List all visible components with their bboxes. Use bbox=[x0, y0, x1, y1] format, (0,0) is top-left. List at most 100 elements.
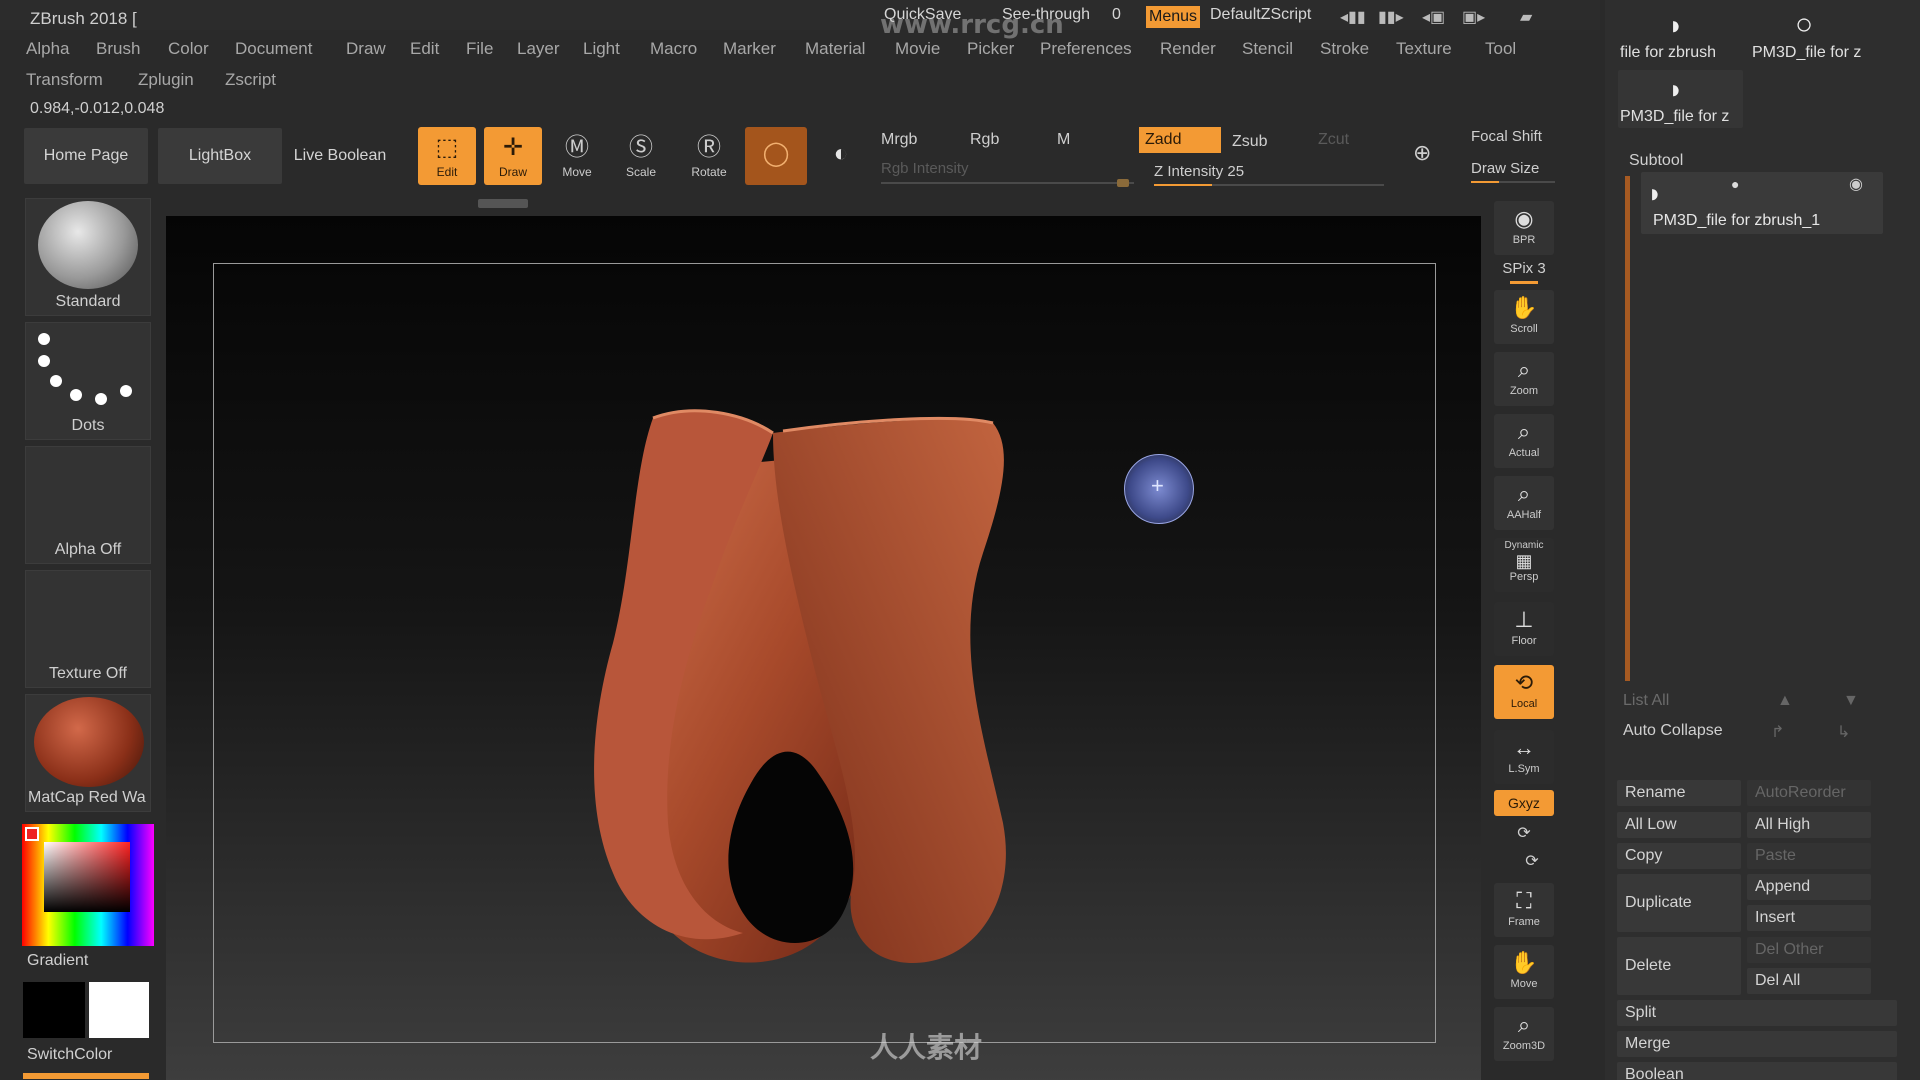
del-other-button[interactable]: Del Other bbox=[1747, 937, 1871, 963]
polyf-toggle[interactable]: ◐ bbox=[812, 127, 870, 185]
texture-slot[interactable]: Texture Off bbox=[25, 570, 151, 688]
alpha-slot[interactable]: Alpha Off bbox=[25, 446, 151, 564]
home-page-button[interactable]: Home Page bbox=[24, 128, 148, 184]
local-button[interactable]: ⟲ Local bbox=[1494, 665, 1554, 719]
tool-thumb-2[interactable]: ○ PM3D_file for z bbox=[1750, 4, 1875, 64]
menu-material[interactable]: Material bbox=[805, 39, 865, 59]
aahalf-button[interactable]: ⌕ AAHalf bbox=[1494, 476, 1554, 530]
brush-slot[interactable]: Standard bbox=[25, 198, 151, 316]
spix-value[interactable]: SPix 3 bbox=[1494, 260, 1554, 277]
see-through-value[interactable]: 0 bbox=[1112, 6, 1121, 24]
switch-color-button[interactable]: SwitchColor bbox=[27, 1046, 112, 1064]
color-picker[interactable] bbox=[22, 824, 154, 946]
color-picker-square[interactable] bbox=[44, 842, 130, 912]
xyz-button[interactable]: Gxyz bbox=[1494, 790, 1554, 816]
zcut-button[interactable]: Zcut bbox=[1318, 131, 1349, 149]
menu-render[interactable]: Render bbox=[1160, 39, 1216, 59]
del-all-button[interactable]: Del All bbox=[1747, 968, 1871, 994]
merge-section[interactable]: Merge bbox=[1617, 1031, 1897, 1057]
draw-size-label[interactable]: Draw Size bbox=[1471, 160, 1539, 177]
menu-draw[interactable]: Draw bbox=[346, 39, 386, 59]
rename-button[interactable]: Rename bbox=[1617, 780, 1741, 806]
spix-slider[interactable] bbox=[1510, 281, 1538, 284]
switch-color-bar[interactable] bbox=[23, 1073, 149, 1079]
window-layout-alt-icon[interactable]: ▣▸ bbox=[1462, 7, 1485, 27]
menu-macro[interactable]: Macro bbox=[650, 39, 697, 59]
menu-alpha[interactable]: Alpha bbox=[26, 39, 69, 59]
zoom3d-button[interactable]: ⌕ Zoom3D bbox=[1494, 1007, 1554, 1061]
shelf-drag-handle[interactable] bbox=[478, 199, 528, 208]
menu-zscript[interactable]: Zscript bbox=[225, 70, 276, 90]
gradient-label[interactable]: Gradient bbox=[27, 952, 88, 970]
window-layout-icon[interactable]: ◂▣ bbox=[1422, 7, 1445, 27]
edit-button[interactable]: ⬚ Edit bbox=[418, 127, 476, 185]
menu-document[interactable]: Document bbox=[235, 39, 312, 59]
lightbox-button[interactable]: LightBox bbox=[158, 128, 282, 184]
rotate-z-icon[interactable]: ⟳ bbox=[1502, 851, 1562, 871]
rotate-y-icon[interactable]: ⟳ bbox=[1494, 823, 1554, 843]
move-view-button[interactable]: ✋ Move bbox=[1494, 945, 1554, 999]
menu-color[interactable]: Color bbox=[168, 39, 209, 59]
rgb-intensity-slider[interactable] bbox=[881, 179, 1134, 187]
menu-edit[interactable]: Edit bbox=[410, 39, 439, 59]
menu-stroke[interactable]: Stroke bbox=[1320, 39, 1369, 59]
secondary-color-swatch[interactable] bbox=[89, 982, 149, 1038]
lazy-mouse-icon[interactable]: ⊕ bbox=[1413, 140, 1431, 166]
m-button[interactable]: M bbox=[1057, 131, 1070, 149]
menu-marker[interactable]: Marker bbox=[723, 39, 776, 59]
subtool-visibility-icon[interactable]: ● bbox=[1731, 176, 1739, 192]
menu-layer[interactable]: Layer bbox=[517, 39, 560, 59]
live-boolean-button[interactable]: Live Boolean bbox=[284, 128, 396, 184]
menu-file[interactable]: File bbox=[466, 39, 493, 59]
z-intensity-slider[interactable] bbox=[1154, 184, 1384, 186]
lock-icon[interactable]: ▰ bbox=[1520, 7, 1532, 27]
move-down-icon[interactable]: ▼ bbox=[1843, 692, 1859, 710]
layout-right-icon[interactable]: ▮▮▸ bbox=[1378, 7, 1404, 27]
arrow-down-right-icon[interactable]: ↳ bbox=[1837, 722, 1850, 742]
delete-button[interactable]: Delete bbox=[1617, 937, 1741, 995]
insert-button[interactable]: Insert bbox=[1747, 905, 1871, 931]
stroke-slot[interactable]: Dots bbox=[25, 322, 151, 440]
menu-zplugin[interactable]: Zplugin bbox=[138, 70, 194, 90]
menu-preferences[interactable]: Preferences bbox=[1040, 39, 1132, 59]
lsym-button[interactable]: ↔ L.Sym bbox=[1494, 730, 1554, 784]
subtool-scrollbar[interactable] bbox=[1625, 176, 1630, 681]
frame-button[interactable]: ⛶ Frame bbox=[1494, 883, 1554, 937]
menu-picker[interactable]: Picker bbox=[967, 39, 1014, 59]
scroll-button[interactable]: ✋ Scroll bbox=[1494, 290, 1554, 344]
boolean-section[interactable]: Boolean bbox=[1617, 1062, 1897, 1080]
material-slot[interactable]: MatCap Red Wa bbox=[25, 694, 151, 812]
subtool-eye-icon[interactable]: ◉ bbox=[1849, 174, 1863, 194]
rotate-button[interactable]: Ⓡ Rotate bbox=[680, 127, 738, 185]
menu-tool[interactable]: Tool bbox=[1485, 39, 1516, 59]
actual-button[interactable]: ⌕ Actual bbox=[1494, 414, 1554, 468]
mrgb-button[interactable]: Mrgb bbox=[881, 131, 917, 149]
default-zscript-button[interactable]: DefaultZScript bbox=[1210, 6, 1311, 24]
paste-button[interactable]: Paste bbox=[1747, 843, 1871, 869]
bpr-button[interactable]: ◉ BPR bbox=[1494, 201, 1554, 255]
zoom-button[interactable]: ⌕ Zoom bbox=[1494, 352, 1554, 406]
auto-collapse-button[interactable]: Auto Collapse bbox=[1623, 722, 1723, 740]
active-color-swatch[interactable] bbox=[25, 827, 39, 841]
ring-model[interactable] bbox=[213, 263, 1436, 1043]
zsub-button[interactable]: Zsub bbox=[1232, 133, 1268, 151]
scale-button[interactable]: Ⓢ Scale bbox=[612, 127, 670, 185]
subtool-title[interactable]: Subtool bbox=[1629, 152, 1683, 170]
menu-stencil[interactable]: Stencil bbox=[1242, 39, 1293, 59]
split-section[interactable]: Split bbox=[1617, 1000, 1897, 1026]
menu-light[interactable]: Light bbox=[583, 39, 620, 59]
sculptris-pro-button[interactable]: ◯ bbox=[745, 127, 807, 185]
all-high-button[interactable]: All High bbox=[1747, 812, 1871, 838]
menus-toggle[interactable]: Menus bbox=[1146, 6, 1200, 28]
main-color-swatch[interactable] bbox=[23, 982, 85, 1038]
menu-movie[interactable]: Movie bbox=[895, 39, 940, 59]
move-up-icon[interactable]: ▲ bbox=[1777, 692, 1793, 710]
floor-button[interactable]: ⊥ Floor bbox=[1494, 602, 1554, 656]
copy-button[interactable]: Copy bbox=[1617, 843, 1741, 869]
tool-thumb-3[interactable]: ◗ PM3D_file for z bbox=[1618, 70, 1743, 128]
move-button[interactable]: Ⓜ Move bbox=[548, 127, 606, 185]
rgb-intensity-knob[interactable] bbox=[1117, 179, 1129, 187]
menu-transform[interactable]: Transform bbox=[26, 70, 103, 90]
list-all-button[interactable]: List All bbox=[1623, 692, 1669, 710]
tool-thumb-1[interactable]: ◗ file for zbrush bbox=[1618, 4, 1743, 64]
